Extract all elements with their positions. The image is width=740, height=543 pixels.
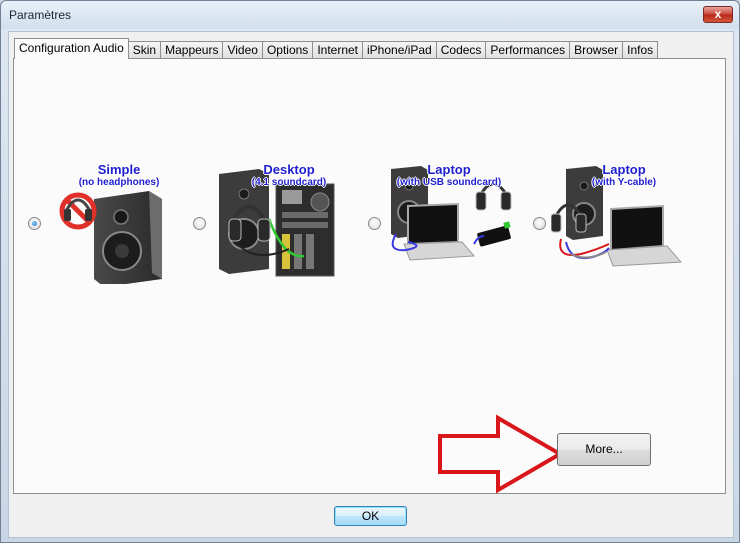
tab-performances[interactable]: Performances	[485, 41, 571, 59]
dialog-client-area: Configuration Audio Skin Mappeurs Video …	[8, 31, 734, 538]
audio-config-panel: Simple (no headphones) Desktop (4.1 soun…	[13, 58, 726, 494]
option-desktop-title: Desktop	[263, 162, 315, 177]
close-button[interactable]: x	[703, 6, 733, 23]
red-arrow-annotation-icon	[438, 414, 564, 494]
option-simple-title: Simple	[97, 162, 141, 177]
radio-laptop-usb[interactable]	[368, 217, 381, 230]
radio-laptop-ycable[interactable]	[533, 217, 546, 230]
radio-desktop[interactable]	[193, 217, 206, 230]
option-laptop-ycable-title: Laptop	[602, 162, 646, 177]
tab-iphone-ipad[interactable]: iPhone/iPad	[362, 41, 437, 59]
tab-browser[interactable]: Browser	[569, 41, 624, 59]
title-bar[interactable]: Paramètres x	[1, 1, 739, 29]
option-laptop-usb-title: Laptop	[427, 162, 471, 177]
option-desktop[interactable]: Desktop (4.1 soundcard)	[189, 159, 349, 279]
more-button[interactable]: More...	[557, 433, 651, 466]
window-title: Paramètres	[9, 8, 72, 22]
settings-window: Paramètres x Configuration Audio Skin Ma…	[0, 0, 740, 543]
option-simple[interactable]: Simple (no headphones)	[24, 159, 174, 284]
tab-video[interactable]: Video	[222, 41, 263, 59]
tab-configuration-audio[interactable]: Configuration Audio	[14, 38, 129, 59]
tab-mappeurs[interactable]: Mappeurs	[160, 41, 224, 59]
option-laptop-usb-subtitle: (with USB soundcard)	[396, 177, 502, 188]
option-laptop-usb[interactable]: Laptop (with USB soundcard)	[364, 159, 524, 279]
option-simple-subtitle: (no headphones)	[78, 177, 160, 188]
option-laptop-ycable[interactable]: Laptop (with Y-cable)	[529, 159, 714, 279]
ok-button[interactable]: OK	[334, 506, 407, 526]
radio-simple[interactable]	[28, 217, 41, 230]
tab-codecs[interactable]: Codecs	[435, 41, 487, 59]
tab-internet[interactable]: Internet	[312, 41, 364, 59]
tab-options[interactable]: Options	[261, 41, 314, 59]
tab-strip: Configuration Audio Skin Mappeurs Video …	[14, 38, 659, 59]
tab-infos[interactable]: Infos	[622, 41, 659, 59]
option-laptop-ycable-subtitle: (with Y-cable)	[591, 177, 657, 188]
tab-skin[interactable]: Skin	[127, 41, 162, 59]
option-desktop-subtitle: (4.1 soundcard)	[251, 177, 327, 188]
